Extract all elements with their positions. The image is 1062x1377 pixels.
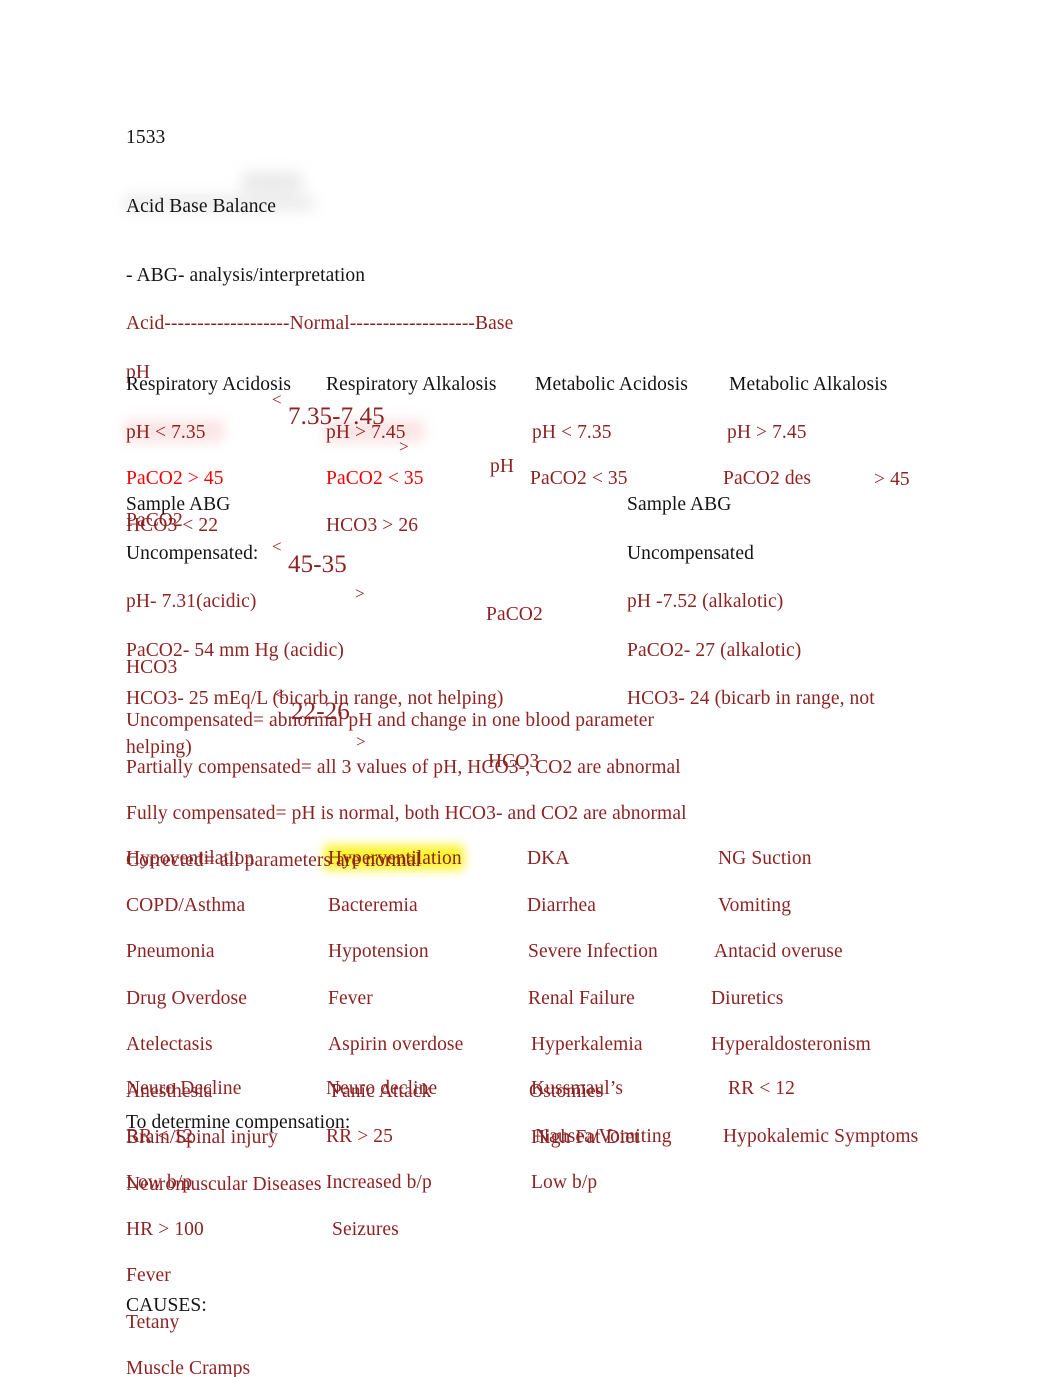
list-item: Tetany: [126, 1311, 180, 1333]
signs-column-2: Neuro decline RR > 25 Increased b/p Seiz…: [326, 1077, 438, 1240]
list-item: HR > 100: [126, 1218, 204, 1240]
list-item: Diarrhea: [527, 894, 597, 916]
list-item: Severe Infection: [528, 941, 658, 962]
disorder-value: pH > 7.45: [326, 421, 406, 443]
list-item: Aspirin overdose: [328, 1034, 464, 1055]
list-item: Fever: [328, 987, 373, 1009]
sample-title: Sample ABG: [126, 494, 231, 515]
signs-column-3: Kussmaul’s Nausea/Vomiting Low b/p: [531, 1077, 671, 1193]
disorder-header: Metabolic Alkalosis: [729, 374, 888, 395]
disorder-header: Metabolic Acidosis: [535, 374, 688, 395]
list-item: DKA: [527, 848, 570, 869]
list-item: Low b/p: [531, 1172, 598, 1193]
page-title: Acid Base Balance: [126, 195, 277, 217]
list-item: Hypoventilation: [126, 848, 255, 869]
compensation-line: Uncompensated= abnormal pH and change in…: [126, 710, 655, 731]
list-item: Neuro decline: [326, 1078, 438, 1099]
disorder-value: pH > 7.45: [727, 421, 807, 443]
page-number: 1533: [126, 127, 166, 148]
list-item: Hyperkalemia: [531, 1034, 643, 1055]
sample-abg-left: Sample ABG Uncompensated: pH- 7.31(acidi…: [126, 493, 503, 758]
sample-line: HCO3- 25 mEq/L (bicarb in range, not hel…: [126, 688, 504, 709]
disorder-value: pH < 7.35: [126, 421, 206, 443]
list-item: Renal Failure: [528, 987, 635, 1009]
list-item: Drug Overdose: [126, 987, 247, 1009]
disorder-header: Respiratory Acidosis: [126, 374, 292, 395]
causes-column-2: Hyperventilation Bacteremia Hypotension …: [328, 847, 463, 1102]
sample-line: PaCO2- 27 (alkalotic): [627, 639, 802, 661]
causes-column-4: NG Suction Vomiting Antacid overuse Diur…: [711, 847, 871, 1055]
list-item: Atelectasis: [126, 1034, 213, 1055]
sample-title: Sample ABG: [627, 494, 732, 515]
disorder-trailing-value: > 45: [874, 468, 910, 490]
list-item: Antacid overuse: [714, 941, 843, 962]
list-item: RR < 12: [728, 1078, 795, 1099]
disorder-value: PaCO2 < 35: [530, 468, 628, 489]
disorder-value-emphasis: PaCO2 < 35: [326, 468, 424, 489]
list-item: Seizures: [332, 1218, 399, 1240]
list-item: COPD/Asthma: [126, 894, 246, 916]
list-item: RR < 12: [126, 1125, 193, 1147]
list-item: Bacteremia: [328, 894, 418, 916]
signs-column-4: RR < 12 Hypokalemic Symptoms: [723, 1077, 918, 1147]
list-item: NG Suction: [718, 848, 812, 869]
disorder-column-metabolic-alkalosis: Metabolic Alkalosis pH > 7.45 PaCO2 des …: [723, 373, 910, 490]
list-item: Muscle Cramps: [126, 1358, 251, 1377]
compensation-line: Fully compensated= pH is normal, both HC…: [126, 803, 687, 824]
sample-line: pH- 7.31(acidic): [126, 591, 257, 612]
list-item: Fever: [126, 1265, 171, 1286]
disorder-header: Respiratory Alkalosis: [326, 374, 497, 395]
list-item: RR > 25: [326, 1125, 393, 1147]
sample-state: Uncompensated:: [126, 542, 259, 564]
list-item: Pneumonia: [126, 941, 215, 962]
causes-column-3: DKA Diarrhea Severe Infection Renal Fail…: [527, 847, 658, 1148]
disorder-column-metabolic-acidosis: Metabolic Acidosis pH < 7.35 PaCO2 < 35: [530, 373, 688, 489]
list-item: Vomiting: [718, 894, 792, 916]
sample-line: pH -7.52 (alkalotic): [627, 591, 784, 612]
list-item: Increased b/p: [326, 1172, 432, 1193]
abg-heading: - ABG- analysis/interpretation: [126, 265, 366, 286]
causes-heading: CAUSES:: [126, 1295, 207, 1316]
list-item: Hypotension: [328, 941, 429, 962]
compensation-list: Uncompensated= abnormal pH and change in…: [126, 709, 687, 871]
disorder-value: PaCO2 des: [723, 468, 812, 489]
list-item-highlighted: Hyperventilation: [328, 848, 462, 869]
sample-line: HCO3- 24 (bicarb in range, not: [627, 688, 875, 709]
list-item: Low b/p: [126, 1172, 193, 1193]
sample-line: PaCO2- 54 mm Hg (acidic): [126, 639, 344, 661]
causes-column-1: Hypoventilation COPD/Asthma Pneumonia Dr…: [126, 847, 322, 1195]
list-item: Hyperaldosteronism: [711, 1034, 871, 1055]
list-item: Diuretics: [711, 987, 784, 1009]
acid-base-scale-line: Acid-------------------Normal-----------…: [126, 312, 514, 334]
list-item: Kussmaul’s: [531, 1078, 624, 1099]
disorder-column-respiratory-acidosis: Respiratory Acidosis pH < 7.35 PaCO2 > 4…: [126, 373, 292, 536]
compensation-line: Partially compensated= all 3 values of p…: [126, 756, 681, 778]
scan-smudge: [242, 172, 302, 194]
signs-column-1: Neuro Decline RR < 12 Low b/p HR > 100 F…: [126, 1077, 250, 1377]
list-item: Hypokalemic Symptoms: [723, 1125, 919, 1147]
list-item: Neuro Decline: [126, 1078, 242, 1099]
disorder-value-emphasis: PaCO2 > 45: [126, 468, 224, 489]
document-page: 1533 Acid Base Balance - ABG- analysis/i…: [0, 0, 1062, 1377]
list-item: Nausea/Vomiting: [535, 1125, 672, 1147]
disorder-value: pH < 7.35: [532, 421, 612, 443]
sample-abg-right: Sample ABG Uncompensated pH -7.52 (alkal…: [627, 493, 875, 709]
sample-state: Uncompensated: [627, 542, 754, 564]
disorder-column-respiratory-alkalosis: Respiratory Alkalosis pH > 7.45 PaCO2 < …: [326, 373, 497, 536]
